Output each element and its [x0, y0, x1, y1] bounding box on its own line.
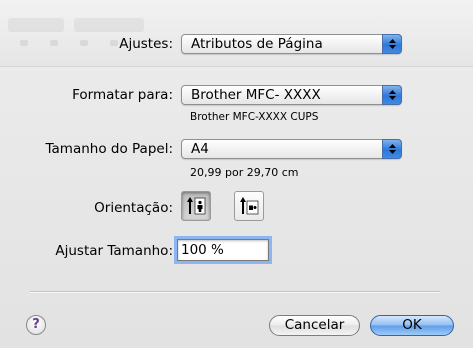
- background-toolbar-item: [8, 18, 64, 32]
- settings-value: Atributos de Página: [191, 36, 323, 52]
- popup-arrows-icon: [382, 139, 402, 159]
- ok-button[interactable]: OK: [370, 315, 454, 336]
- page-setup-sheet: Ajustes: Atributos de Página Formatar pa…: [0, 0, 473, 348]
- help-button[interactable]: ?: [26, 315, 46, 335]
- popup-arrows-icon: [382, 85, 402, 105]
- background-ruler-mark: [20, 40, 28, 46]
- orientation-landscape-button[interactable]: [234, 191, 264, 221]
- scale-input[interactable]: 100 %: [177, 239, 269, 261]
- format-for-popup[interactable]: Brother MFC- XXXX: [181, 85, 402, 105]
- background-ruler-mark: [80, 40, 88, 46]
- settings-label: Ajustes:: [119, 36, 173, 52]
- background-toolbar-item: [74, 18, 144, 32]
- background-ruler-mark: [110, 40, 118, 46]
- popup-arrows-icon: [382, 34, 402, 54]
- scale-label: Ajustar Tamanho:: [55, 243, 173, 259]
- cancel-button[interactable]: Cancelar: [269, 315, 360, 336]
- format-for-label: Formatar para:: [72, 87, 173, 103]
- settings-popup[interactable]: Atributos de Página: [181, 34, 402, 54]
- format-for-subtitle: Brother MFC-XXXX CUPS: [190, 111, 319, 123]
- portrait-orientation-icon: [187, 197, 206, 215]
- scale-value: 100 %: [181, 242, 224, 258]
- paper-size-value: A4: [191, 141, 209, 157]
- orientation-portrait-button[interactable]: [181, 191, 211, 221]
- background-ruler-mark: [50, 40, 58, 46]
- orientation-label: Orientação:: [94, 200, 173, 216]
- format-for-value: Brother MFC- XXXX: [191, 87, 321, 103]
- landscape-orientation-icon: [240, 197, 259, 215]
- paper-size-popup[interactable]: A4: [181, 139, 402, 159]
- paper-size-label: Tamanho do Papel:: [45, 141, 173, 157]
- paper-size-dimensions: 20,99 por 29,70 cm: [190, 166, 299, 179]
- divider: [30, 291, 440, 293]
